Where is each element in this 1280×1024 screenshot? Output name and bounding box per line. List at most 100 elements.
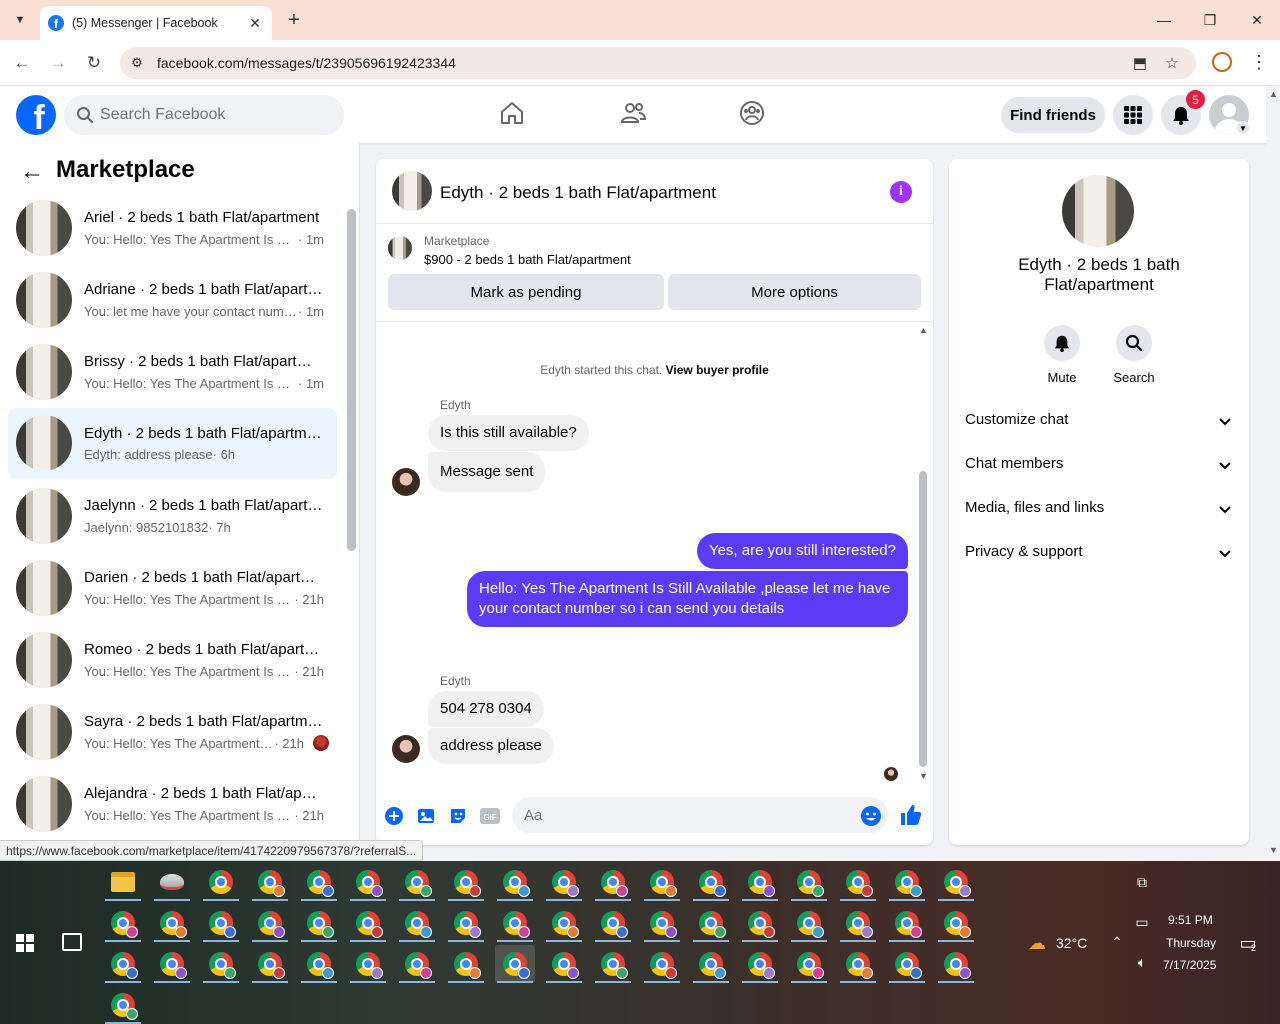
taskbar-chrome-icon[interactable] [838,904,878,942]
sticker-icon[interactable] [447,805,469,827]
taskbar-chrome-icon[interactable] [397,945,437,983]
conversation-item[interactable]: Alejandra · 2 beds 1 bath Flat/apartment… [8,772,337,836]
taskbar-chrome-icon[interactable] [201,904,241,942]
taskbar-chrome-icon[interactable] [642,863,682,901]
browser-tab[interactable]: f (5) Messenger | Facebook ✕ [40,6,272,40]
mute-button[interactable]: Mute [1032,325,1092,385]
sidebar-scrollbar[interactable] [347,209,356,551]
conversation-item[interactable]: Ariel · 2 beds 1 bath Flat/apartment You… [8,196,337,260]
taskbar-chrome-icon[interactable] [642,904,682,942]
new-tab-icon[interactable]: + [282,8,306,32]
privacy-support-row[interactable]: Privacy & support [957,533,1241,573]
taskbar-chrome-icon[interactable] [348,904,388,942]
emoji-icon[interactable] [860,805,882,827]
taskbar-chrome-icon[interactable] [838,945,878,983]
facebook-search[interactable] [64,95,344,135]
groups-icon[interactable] [738,99,766,127]
tab-close-icon[interactable]: ✕ [246,15,264,32]
install-app-icon[interactable]: ⬒ [1130,53,1150,73]
taskbar-chrome-icon[interactable] [495,904,535,942]
media-files-links-row[interactable]: Media, files and links [957,489,1241,529]
plus-icon[interactable] [383,805,405,827]
customize-chat-row[interactable]: Customize chat [957,401,1241,441]
close-window-icon[interactable]: ✕ [1234,0,1280,40]
conversation-item[interactable]: Jaelynn · 2 beds 1 bath Flat/apartment J… [8,484,337,548]
taskbar-chrome-icon[interactable] [789,863,829,901]
taskbar-chrome-icon[interactable] [936,945,976,983]
taskbar-chrome-icon[interactable] [250,904,290,942]
chat-title[interactable]: Edyth · 2 beds 1 bath Flat/apartment [440,183,716,203]
taskbar-chrome-icon[interactable] [495,863,535,901]
scroll-down-arrow-icon[interactable]: ▼ [1269,845,1278,855]
windows-start-icon[interactable] [16,934,34,952]
taskbar-chrome-icon[interactable] [544,945,584,983]
taskbar-chrome-icon[interactable] [250,863,290,901]
taskbar-file-explorer-icon[interactable] [103,863,143,901]
message-input[interactable] [512,797,888,833]
tab-search-chevron-icon[interactable]: ▼ [8,8,32,32]
site-info-icon[interactable]: ⚙ [128,54,146,72]
taskbar-chrome-icon[interactable] [544,904,584,942]
taskbar-chrome-icon[interactable] [887,863,927,901]
taskbar-chrome-icon[interactable] [446,863,486,901]
conversation-item[interactable]: Adriane · 2 beds 1 bath Flat/apartment Y… [8,268,337,332]
clock-day[interactable]: Thursday [1166,936,1216,950]
taskbar-chrome-icon[interactable] [789,904,829,942]
show-hidden-icons-chevron-icon[interactable]: ⌃ [1108,933,1126,951]
taskbar-chrome-icon[interactable] [152,945,192,983]
taskbar-chrome-icon[interactable] [544,863,584,901]
restore-icon[interactable]: ❐ [1187,0,1233,40]
taskbar-chrome-icon[interactable] [348,945,388,983]
taskbar-chrome-icon[interactable] [789,945,829,983]
message-bubble-incoming[interactable]: Message sent [428,452,546,492]
browser-profile-icon[interactable] [1212,52,1232,72]
forward-icon[interactable]: → [46,51,70,75]
chat-members-row[interactable]: Chat members [957,445,1241,485]
conversation-item[interactable]: Darien · 2 beds 1 bath Flat/apartment Yo… [8,556,337,620]
friends-icon[interactable] [619,99,647,127]
browser-menu-icon[interactable]: ⋮ [1250,52,1268,74]
account-chevron-icon[interactable]: ▼ [1236,121,1250,135]
back-icon[interactable]: ← [10,51,34,75]
taskbar-chrome-icon[interactable] [887,904,927,942]
taskbar-chrome-icon[interactable] [740,863,780,901]
search-in-chat-button[interactable]: Search [1104,325,1164,385]
clock-date[interactable]: 7/17/2025 [1163,958,1216,972]
scroll-up-arrow-icon[interactable]: ▲ [919,325,928,335]
taskbar-chrome-icon[interactable] [593,863,633,901]
taskbar-chrome-icon[interactable] [299,945,339,983]
minimize-icon[interactable]: — [1141,0,1187,40]
mark-as-pending-button[interactable]: Mark as pending [388,274,664,310]
taskbar-chrome-icon[interactable] [936,863,976,901]
photo-icon[interactable] [415,805,437,827]
find-friends-button[interactable]: Find friends [1001,97,1105,133]
taskbar-chrome-icon[interactable] [201,945,241,983]
listing-thumbnail[interactable] [392,171,432,211]
taskbar-chrome-icon[interactable] [152,904,192,942]
taskbar-chrome-icon[interactable] [593,945,633,983]
taskbar-chrome-icon[interactable] [593,904,633,942]
taskbar-chrome-icon[interactable] [446,904,486,942]
message-bubble-outgoing[interactable]: Yes, are you still interested? [696,533,908,569]
taskbar-chrome-icon[interactable] [495,945,535,983]
gif-icon[interactable]: GIF [479,805,501,827]
taskbar-chrome-icon[interactable] [397,904,437,942]
message-bubble-incoming[interactable]: Is this still available? [428,415,589,451]
home-icon[interactable] [498,99,526,127]
scroll-down-arrow-icon[interactable]: ▼ [919,771,928,781]
message-bubble-outgoing[interactable]: Hello: Yes The Apartment Is Still Availa… [467,571,908,627]
taskbar-chrome-icon[interactable] [740,945,780,983]
page-scrollbar[interactable]: ▲ ▼ [1266,87,1280,861]
listing-price[interactable]: $900 - 2 beds 1 bath Flat/apartment [424,252,631,267]
conversation-item-active[interactable]: Edyth · 2 beds 1 bath Flat/apartment Edy… [8,408,337,479]
taskbar-chrome-icon[interactable] [250,945,290,983]
address-bar[interactable]: ⚙ facebook.com/messages/t/23905696192423… [120,47,1196,79]
conversation-item[interactable]: Sayra · 2 beds 1 bath Flat/apartment You… [8,700,337,764]
info-icon[interactable]: i [890,181,912,203]
taskbar-chrome-icon[interactable] [397,863,437,901]
taskbar-chrome-icon[interactable] [103,945,143,983]
conversation-item[interactable]: Brissy · 2 beds 1 bath Flat/apartment Yo… [8,340,337,404]
network-icon[interactable]: ▭ [1133,913,1151,931]
like-thumb-icon[interactable] [899,803,923,827]
taskbar-chrome-icon[interactable] [299,904,339,942]
